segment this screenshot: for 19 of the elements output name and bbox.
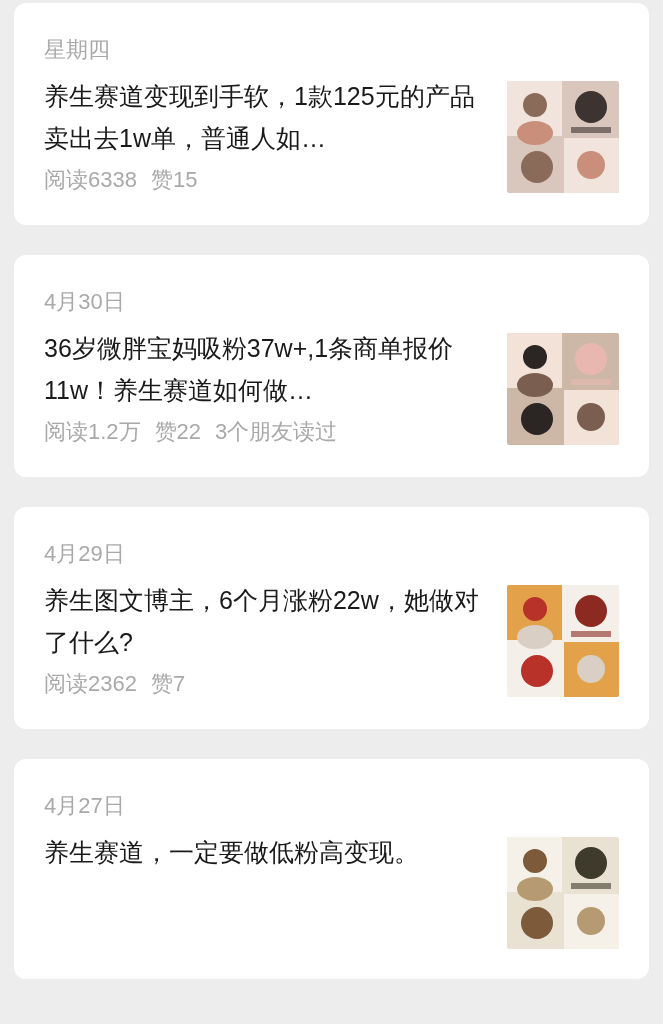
date-label: 4月30日 bbox=[44, 288, 126, 316]
article-card[interactable]: 4月29日 养生图文博主，6个月涨粉22w，她做对了什么? 阅读2362 赞7 bbox=[14, 507, 649, 729]
article-stat: 赞7 bbox=[150, 670, 186, 698]
article-card[interactable]: 4月27日 养生赛道，一定要做低粉高变现。 bbox=[14, 759, 649, 979]
date-label: 4月29日 bbox=[44, 540, 126, 568]
article-stat: 阅读2362 bbox=[44, 670, 137, 698]
article-stat: 阅读1.2万 bbox=[44, 418, 141, 446]
article-stat: 阅读6338 bbox=[44, 166, 137, 194]
article-title: 养生赛道，一定要做低粉高变现。 bbox=[44, 837, 420, 868]
article-card[interactable]: 4月30日 36岁微胖宝妈吸粉37w+,1条商单报价11w！养生赛道如何做… 阅读1.2万 赞22 3个朋友读过 bbox=[14, 255, 649, 477]
date-label: 星期四 bbox=[44, 36, 111, 64]
article-stat: 赞22 bbox=[154, 418, 202, 446]
article-card[interactable]: 星期四 养生赛道变现到手软，1款125元的产品卖出去1w单，普通人如… 阅读6338 赞15 bbox=[14, 3, 649, 225]
article-title: 养生图文博主，6个月涨粉22w，她做对了什么? bbox=[44, 585, 480, 658]
article-stat: 赞15 bbox=[150, 166, 198, 194]
article-title: 36岁微胖宝妈吸粉37w+,1条商单报价11w！养生赛道如何做… bbox=[44, 333, 455, 406]
date-label: 4月27日 bbox=[44, 792, 126, 820]
article-title: 养生赛道变现到手软，1款125元的产品卖出去1w单，普通人如… bbox=[44, 81, 476, 154]
article-stat: 3个朋友读过 bbox=[215, 418, 338, 446]
